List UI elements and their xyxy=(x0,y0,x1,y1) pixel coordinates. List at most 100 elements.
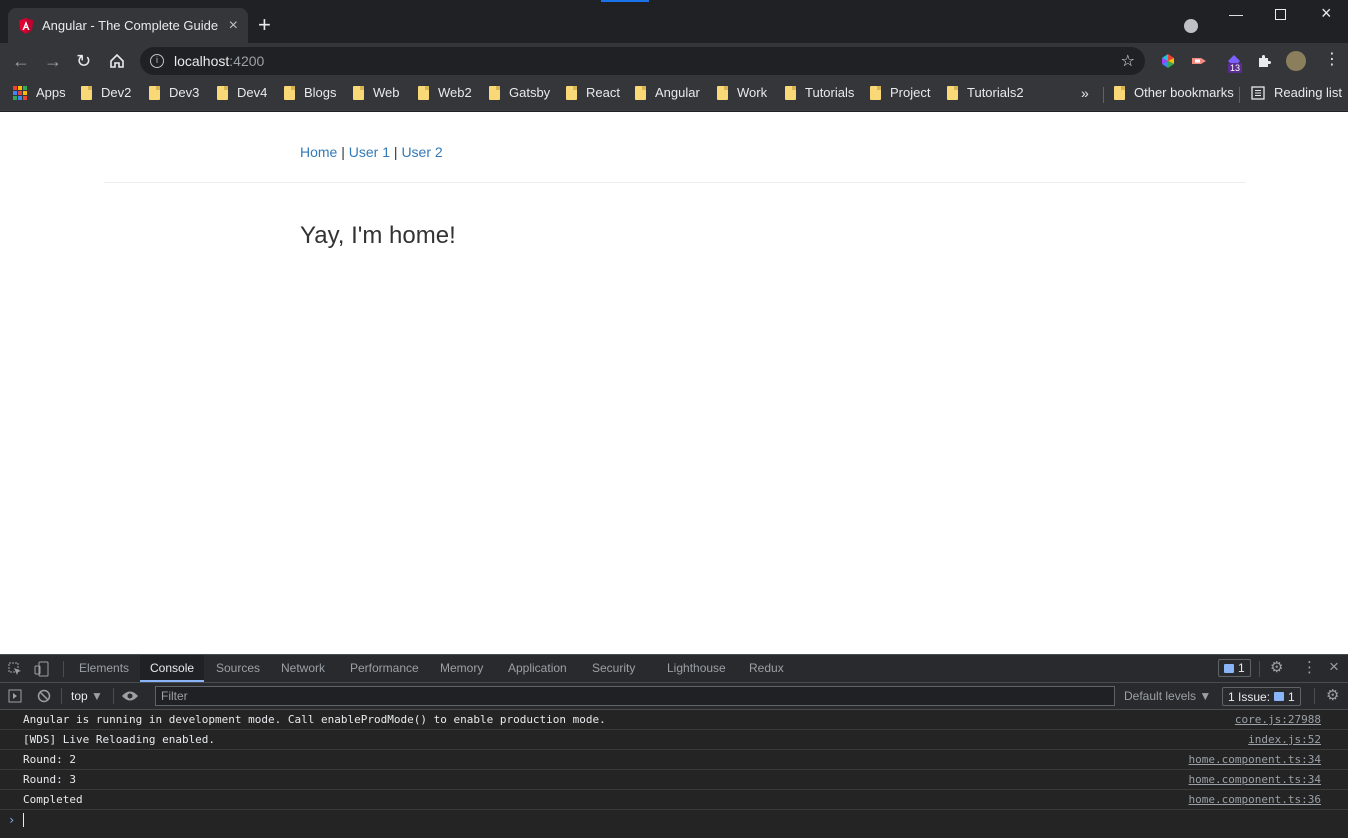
close-window-icon[interactable]: × xyxy=(1321,3,1332,24)
settings-gear-icon[interactable]: ⚙ xyxy=(1270,660,1283,675)
minimize-icon[interactable]: — xyxy=(1229,6,1243,22)
close-devtools-icon[interactable]: × xyxy=(1329,658,1339,675)
log-levels-dropdown[interactable]: Default levels ▼ xyxy=(1124,689,1211,703)
tab-performance[interactable]: Performance xyxy=(340,655,429,682)
bookmark-folder[interactable]: Dev4 xyxy=(217,85,267,100)
filter-input[interactable]: Filter xyxy=(155,686,1115,706)
site-info-icon[interactable]: i xyxy=(150,54,164,68)
bookmark-folder[interactable]: Dev3 xyxy=(149,85,199,100)
inspect-element-icon[interactable] xyxy=(8,662,22,676)
bookmark-label: Tutorials2 xyxy=(967,85,1024,100)
extensions-puzzle-icon[interactable] xyxy=(1256,53,1272,69)
tab-sources[interactable]: Sources xyxy=(206,655,270,682)
color-extension-icon[interactable] xyxy=(1160,53,1176,69)
bookmark-folder[interactable]: Tutorials xyxy=(785,85,854,100)
messages-badge[interactable]: 1 xyxy=(1218,659,1251,677)
tab-redux[interactable]: Redux xyxy=(739,655,794,682)
tab-memory[interactable]: Memory xyxy=(430,655,493,682)
bookmark-label: Dev3 xyxy=(169,85,200,100)
bookmark-label: Web xyxy=(373,85,400,100)
clear-console-icon[interactable] xyxy=(37,689,51,703)
reading-list-button[interactable]: Reading list xyxy=(1251,85,1342,100)
bookmark-folder[interactable]: Work xyxy=(717,85,767,100)
console-text: [WDS] Live Reloading enabled. xyxy=(23,733,216,746)
live-expression-eye-icon[interactable] xyxy=(121,690,139,702)
tab-divider xyxy=(63,661,64,677)
bookmark-folder[interactable]: Angular xyxy=(635,85,700,100)
issues-button[interactable]: 1 Issue: 1 xyxy=(1222,687,1301,706)
address-bar[interactable]: i localhost:4200 ☆ xyxy=(140,47,1145,75)
message-count: 1 xyxy=(1238,661,1245,675)
folder-icon xyxy=(418,85,429,100)
angular-favicon-icon xyxy=(19,17,33,34)
back-icon[interactable]: ← xyxy=(12,51,30,71)
bookmark-folder[interactable]: React xyxy=(566,85,620,100)
browser-tab[interactable]: Angular - The Complete Guide × xyxy=(8,8,248,43)
bookmark-folder[interactable]: Dev2 xyxy=(81,85,131,100)
folder-icon xyxy=(635,85,646,100)
bookmark-star-icon[interactable]: ☆ xyxy=(1121,51,1135,71)
reload-icon[interactable]: ↻ xyxy=(76,51,91,71)
bookmarks-divider xyxy=(1239,87,1240,103)
nav-link-user-2[interactable]: User 2 xyxy=(401,144,442,160)
nav-link-user-1[interactable]: User 1 xyxy=(349,144,390,160)
home-icon[interactable] xyxy=(108,52,126,70)
redux-extension-icon[interactable] xyxy=(1191,53,1207,69)
console-prompt-chevron-icon: › xyxy=(8,813,16,827)
tab-search-icon[interactable] xyxy=(1184,19,1198,33)
bookmark-label: Other bookmarks xyxy=(1134,85,1234,100)
console-output: Angular is running in development mode. … xyxy=(0,710,1348,810)
console-message: Round: 2 home.component.ts:34 xyxy=(0,750,1348,770)
tab-title: Angular - The Complete Guide xyxy=(42,18,219,33)
tab-application[interactable]: Application xyxy=(498,655,577,682)
nav-link-home[interactable]: Home xyxy=(300,144,337,160)
more-options-icon[interactable]: ⋮ xyxy=(1302,660,1317,675)
sidebar-toggle-icon[interactable] xyxy=(8,689,22,703)
bookmark-apps[interactable]: Apps xyxy=(13,85,66,100)
new-tab-button[interactable]: + xyxy=(258,14,271,36)
folder-icon xyxy=(353,85,364,100)
bookmark-folder[interactable]: Tutorials2 xyxy=(947,85,1024,100)
console-source-link[interactable]: index.js:52 xyxy=(1248,733,1321,746)
tab-close-icon[interactable]: × xyxy=(229,17,238,35)
bookmark-label: Project xyxy=(890,85,931,100)
tab-network[interactable]: Network xyxy=(271,655,335,682)
extension-badge: 13 xyxy=(1228,63,1243,73)
console-source-link[interactable]: home.component.ts:34 xyxy=(1189,753,1321,766)
bookmark-folder[interactable]: Web xyxy=(353,85,400,100)
tab-security[interactable]: Security xyxy=(582,655,645,682)
console-message: Completed home.component.ts:36 xyxy=(0,790,1348,810)
bookmark-label: Blogs xyxy=(304,85,337,100)
page-heading: Yay, I'm home! xyxy=(300,222,456,249)
forward-icon[interactable]: → xyxy=(44,51,62,71)
console-settings-gear-icon[interactable]: ⚙ xyxy=(1326,688,1339,703)
bookmarks-divider xyxy=(1103,87,1104,103)
browser-menu-icon[interactable]: ⋮ xyxy=(1324,50,1340,70)
bookmarks-overflow-chevron-icon[interactable]: » xyxy=(1081,85,1089,101)
browser-toolbar: ← → ↻ i localhost:4200 ☆ 13 ⋮ xyxy=(0,43,1348,79)
bookmark-folder[interactable]: Blogs xyxy=(284,85,337,100)
browser-title-bar: Angular - The Complete Guide × + — × xyxy=(0,0,1348,43)
bookmark-other-bookmarks[interactable]: Other bookmarks xyxy=(1114,85,1234,100)
console-source-link[interactable]: home.component.ts:36 xyxy=(1189,793,1321,806)
tab-elements[interactable]: Elements xyxy=(69,655,139,682)
bookmark-folder[interactable]: Gatsby xyxy=(489,85,550,100)
console-source-link[interactable]: home.component.ts:34 xyxy=(1189,773,1321,786)
issue-icon xyxy=(1274,692,1285,701)
console-source-link[interactable]: core.js:27988 xyxy=(1235,713,1321,726)
console-text: Round: 2 xyxy=(23,753,76,766)
devtools-panel: Elements Console Sources Network Perform… xyxy=(0,654,1348,838)
device-toolbar-icon[interactable] xyxy=(34,661,50,677)
tab-lighthouse[interactable]: Lighthouse xyxy=(657,655,736,682)
console-input[interactable] xyxy=(23,813,24,827)
bookmark-folder[interactable]: Web2 xyxy=(418,85,472,100)
chevron-down-icon: ▼ xyxy=(91,689,103,703)
bookmark-label: Work xyxy=(737,85,768,100)
drag-indicator xyxy=(601,0,649,2)
context-selector[interactable]: top ▼ xyxy=(71,689,103,703)
bookmark-folder[interactable]: Project xyxy=(870,85,930,100)
folder-icon xyxy=(81,85,92,100)
maximize-icon[interactable] xyxy=(1275,9,1286,20)
profile-avatar[interactable] xyxy=(1286,51,1306,71)
tab-console[interactable]: Console xyxy=(140,655,205,682)
